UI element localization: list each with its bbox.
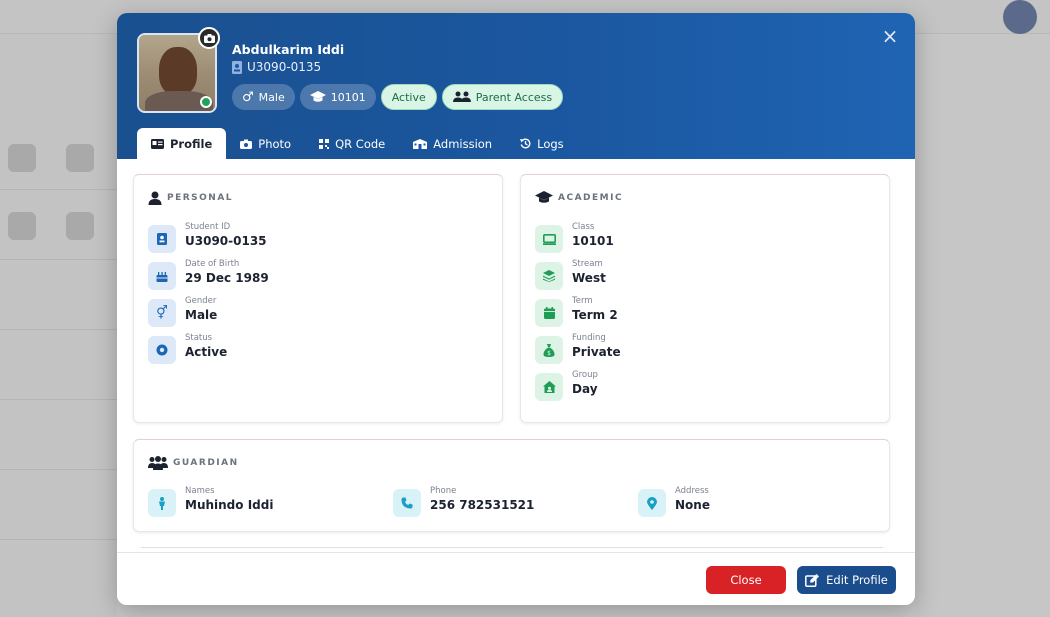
class-badge: 10101 [299, 84, 376, 110]
edit-profile-button[interactable]: Edit Profile [797, 566, 896, 594]
personal-section-title: PERSONAL [148, 191, 233, 205]
edit-icon [805, 573, 820, 587]
student-profile-modal: Abdulkarim Iddi U3090-0135 ♂ Male 10101 … [117, 13, 915, 605]
academic-funding: $ Funding Private [535, 333, 621, 364]
academic-card: ACADEMIC Class 10101 Stream West Term Term … [520, 174, 890, 423]
map-pin-icon [647, 496, 657, 510]
money-bag-icon: $ [543, 343, 555, 357]
svg-text:$: $ [547, 350, 551, 357]
background-row-divider [0, 469, 117, 470]
qr-code-icon [319, 138, 330, 149]
personal-gender: ⚥ Gender Male [148, 296, 217, 327]
screen-icon [542, 233, 556, 245]
academic-group: Group Day [535, 370, 598, 401]
users-icon [148, 456, 168, 470]
academic-section-title: ACADEMIC [535, 191, 623, 204]
parent-access-badge[interactable]: Parent Access [441, 84, 564, 110]
modal-footer: Close Edit Profile [117, 552, 915, 605]
id-badge-icon [157, 233, 167, 245]
background-stats [915, 34, 1050, 617]
users-icon [452, 91, 471, 102]
personal-status: Status Active [148, 333, 227, 364]
guardian-address: Address None [638, 486, 710, 517]
status-dot-icon [156, 344, 168, 356]
background-row-divider [0, 329, 117, 330]
background-photo [8, 144, 36, 172]
guardian-card: GUARDIAN Names Muhindo Iddi Phone 256 7825… [133, 439, 890, 532]
graduation-cap-icon [309, 91, 326, 102]
guardian-section-title: GUARDIAN [148, 456, 239, 470]
close-icon[interactable]: × [881, 26, 899, 46]
profile-tabs: Profile Photo QR Code Admission Logs [137, 128, 578, 159]
phone-icon [401, 497, 413, 509]
guardian-names: Names Muhindo Iddi [148, 486, 273, 517]
camera-icon [240, 139, 253, 149]
background-row-divider [0, 399, 117, 400]
background-photo [8, 212, 36, 240]
tab-profile[interactable]: Profile [137, 128, 227, 159]
personal-date-of-birth: Date of Birth 29 Dec 1989 [148, 259, 269, 290]
guardian-phone: Phone 256 782531521 [393, 486, 534, 517]
close-button[interactable]: Close [706, 566, 786, 594]
background-user-avatar [1003, 0, 1037, 34]
background-photo [66, 144, 94, 172]
status-badge: Active [380, 84, 437, 110]
tab-logs[interactable]: Logs [506, 128, 578, 159]
tab-photo[interactable]: Photo [226, 128, 305, 159]
cake-icon [156, 272, 168, 282]
student-id-text: U3090-0135 [247, 60, 322, 74]
personal-card: PERSONAL Student ID U3090-0135 Date of Bi… [133, 174, 503, 423]
academic-term: Term Term 2 [535, 296, 618, 327]
background-row-divider [0, 539, 117, 540]
academic-stream: Stream West [535, 259, 606, 290]
online-indicator [200, 96, 212, 108]
history-icon [520, 138, 531, 149]
gender-icon: ⚥ [156, 305, 168, 321]
next-card-edge [141, 547, 883, 548]
background-row-divider [0, 189, 117, 190]
person-icon [159, 496, 165, 510]
house-icon [542, 381, 556, 393]
background-table [0, 34, 117, 617]
graduation-cap-icon [535, 191, 553, 203]
camera-icon [203, 33, 215, 43]
background-row-divider [0, 259, 117, 260]
change-photo-button[interactable] [198, 27, 220, 49]
tab-qr-code[interactable]: QR Code [305, 128, 399, 159]
gender-badge: ♂ Male [232, 84, 295, 110]
personal-student-id: Student ID U3090-0135 [148, 222, 267, 253]
layers-icon [543, 270, 555, 282]
id-card-icon [151, 138, 164, 149]
student-badges: ♂ Male 10101 Active Parent Access [232, 84, 564, 110]
modal-header: Abdulkarim Iddi U3090-0135 ♂ Male 10101 … [117, 13, 915, 159]
male-icon: ♂ [242, 89, 254, 105]
modal-body: PERSONAL Student ID U3090-0135 Date of Bi… [117, 159, 915, 552]
calendar-icon [543, 307, 555, 319]
academic-class: Class 10101 [535, 222, 614, 253]
id-badge-icon [232, 60, 242, 74]
tab-admission[interactable]: Admission [399, 128, 506, 159]
school-icon [413, 138, 428, 149]
background-photo [66, 212, 94, 240]
student-name: Abdulkarim Iddi [232, 42, 345, 57]
user-icon [148, 191, 162, 205]
student-id: U3090-0135 [232, 60, 321, 74]
